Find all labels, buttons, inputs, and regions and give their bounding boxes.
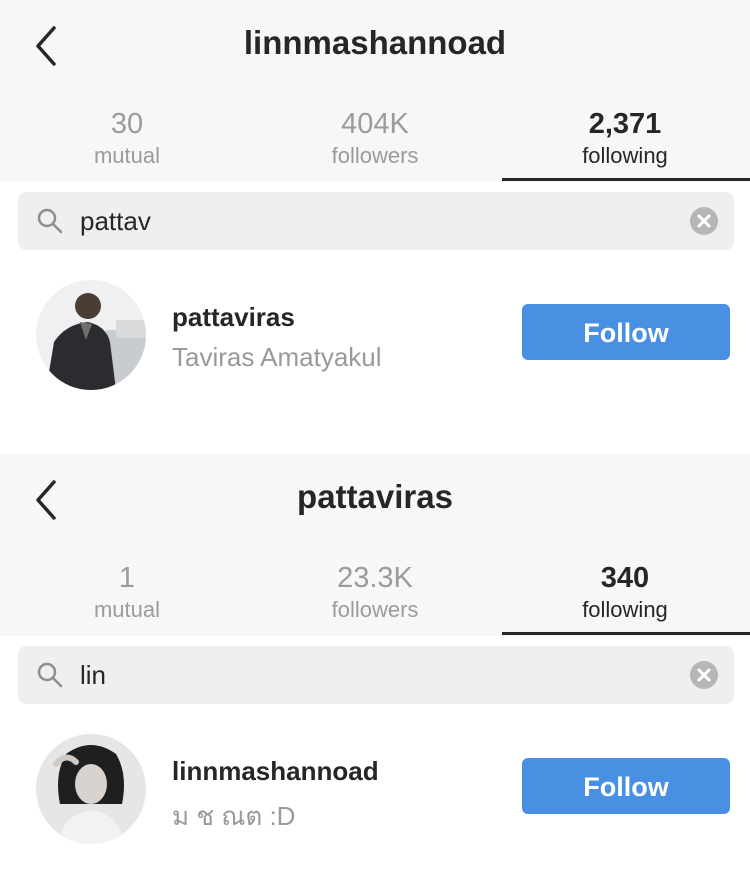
followers-label: followers bbox=[331, 143, 419, 168]
profile-following-panel-1: linnmashannoad 30 mutual 404K followers … bbox=[0, 0, 750, 441]
profile-header: pattaviras 1 mutual 23.3K followers 340 … bbox=[0, 454, 750, 636]
followers-label: followers bbox=[331, 597, 419, 622]
clear-search-icon[interactable] bbox=[690, 207, 718, 235]
page-title: linnmashannoad bbox=[243, 24, 507, 61]
avatar[interactable] bbox=[36, 734, 146, 844]
active-tab-indicator bbox=[502, 632, 750, 635]
follow-button[interactable]: Follow bbox=[522, 304, 730, 360]
search-input[interactable]: pattav bbox=[18, 192, 734, 250]
profile-following-panel-2: pattaviras 1 mutual 23.3K followers 340 … bbox=[0, 454, 750, 895]
profile-header: linnmashannoad 30 mutual 404K followers … bbox=[0, 0, 750, 182]
following-label: following bbox=[582, 597, 668, 622]
clear-search-icon[interactable] bbox=[690, 661, 718, 689]
tab-followers[interactable]: 23.3K followers bbox=[250, 560, 500, 636]
following-count: 2,371 bbox=[588, 108, 662, 140]
tab-followers[interactable]: 404K followers bbox=[250, 106, 500, 182]
tab-mutual[interactable]: 1 mutual bbox=[2, 560, 252, 636]
search-icon bbox=[36, 661, 64, 694]
mutual-count: 30 bbox=[110, 108, 144, 140]
search-query: lin bbox=[80, 660, 107, 690]
avatar[interactable] bbox=[36, 280, 146, 390]
result-username[interactable]: linnmashannoad bbox=[172, 756, 379, 787]
tab-following[interactable]: 2,371 following bbox=[500, 106, 750, 182]
result-username[interactable]: pattaviras bbox=[172, 302, 295, 333]
follow-button[interactable]: Follow bbox=[522, 758, 730, 814]
result-full-name: Taviras Amatyakul bbox=[172, 342, 382, 372]
followers-count: 23.3K bbox=[337, 562, 413, 594]
search-query: pattav bbox=[80, 206, 151, 236]
mutual-label: mutual bbox=[93, 597, 161, 622]
page-title: pattaviras bbox=[297, 478, 453, 515]
mutual-count: 1 bbox=[118, 562, 136, 594]
following-count: 340 bbox=[600, 562, 650, 594]
tab-following[interactable]: 340 following bbox=[500, 560, 750, 636]
result-full-name: ม ช ณต :D bbox=[172, 801, 296, 831]
search-icon bbox=[36, 207, 64, 240]
mutual-label: mutual bbox=[93, 143, 161, 168]
user-result-row[interactable]: pattaviras Taviras Amatyakul Follow bbox=[0, 270, 750, 400]
active-tab-indicator bbox=[502, 178, 750, 181]
tab-mutual[interactable]: 30 mutual bbox=[2, 106, 252, 182]
followers-count: 404K bbox=[341, 108, 409, 140]
user-result-row[interactable]: linnmashannoad ม ช ณต :D Follow bbox=[0, 724, 750, 854]
search-input[interactable]: lin bbox=[18, 646, 734, 704]
following-label: following bbox=[582, 143, 668, 168]
